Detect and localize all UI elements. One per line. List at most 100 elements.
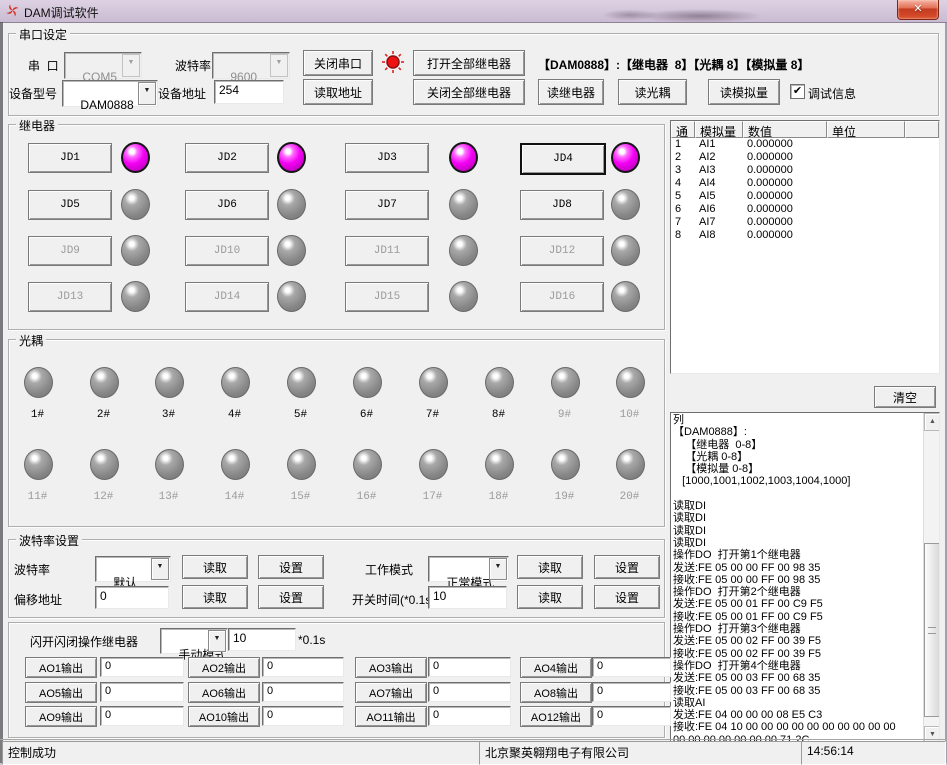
log-scrollbar[interactable]: ▲ ▼ [923, 413, 939, 744]
baud-set-combo[interactable]: 默认 ▼ [95, 556, 171, 582]
relay-button-jd2[interactable]: JD2 [185, 143, 269, 173]
app-window: DAM调试软件 ✕ 串口设定 继电器 光耦 波特率设置 串 口 COM5 ▼ 波… [0, 0, 947, 765]
table-row[interactable]: 5AI50.000000 [671, 190, 939, 203]
chevron-down-icon[interactable]: ▼ [151, 558, 169, 580]
relay-button-jd6[interactable]: JD6 [185, 190, 269, 220]
baud-combo: 9600 ▼ [212, 52, 290, 79]
work-mode-set-button[interactable]: 设置 [594, 555, 660, 579]
relay-led-jd5 [121, 189, 150, 220]
table-row[interactable]: 7AI70.000000 [671, 216, 939, 229]
opto-label-20: 20# [616, 491, 643, 503]
analog-col-header[interactable]: 单位 [827, 121, 905, 138]
ao-input-AO8[interactable]: 0 [592, 682, 671, 702]
relay-led-jd13 [121, 281, 150, 312]
table-row[interactable]: 3AI30.000000 [671, 164, 939, 177]
ao-input-AO5[interactable]: 0 [100, 682, 184, 702]
analog-col-header[interactable]: 模拟量 [695, 121, 743, 138]
relay-button-jd5[interactable]: JD5 [28, 190, 112, 220]
ao-button-AO12[interactable]: AO12输出 [520, 706, 592, 727]
relay-button-jd1[interactable]: JD1 [28, 143, 112, 173]
clear-log-button[interactable]: 清空 [874, 386, 936, 408]
ao-button-AO7[interactable]: AO7输出 [355, 682, 427, 703]
ao-button-AO5[interactable]: AO5输出 [25, 682, 97, 703]
relay-button-jd4[interactable]: JD4 [520, 143, 606, 175]
ao-input-AO11[interactable]: 0 [428, 706, 511, 726]
ao-button-AO4[interactable]: AO4输出 [520, 657, 592, 678]
close-button[interactable]: ✕ [897, 0, 939, 20]
table-row[interactable]: 1AI10.000000 [671, 138, 939, 151]
log-output[interactable]: 列 【DAM0888】: 【继电器 0-8】 【光耦 0-8】 【模拟量 0-8… [670, 412, 940, 747]
flash-mode-combo[interactable]: 手动模式 ▼ [160, 628, 228, 654]
relay-button-jd7[interactable]: JD7 [345, 190, 429, 220]
relay-led-jd7 [449, 189, 478, 220]
opto-led-19 [551, 449, 580, 480]
close-port-button[interactable]: 关闭串口 [303, 50, 373, 76]
debug-info-checkbox[interactable]: ✔ [790, 84, 805, 99]
chevron-down-icon[interactable]: ▼ [138, 82, 156, 105]
ao-button-AO10[interactable]: AO10输出 [188, 706, 260, 727]
relay-led-jd16 [611, 281, 640, 312]
relay-button-jd3[interactable]: JD3 [345, 143, 429, 173]
ao-button-AO3[interactable]: AO3输出 [355, 657, 427, 678]
opto-label-11: 11# [24, 491, 51, 503]
ao-button-AO1[interactable]: AO1输出 [25, 657, 97, 678]
offset-read-button[interactable]: 读取 [182, 585, 248, 609]
ao-button-AO6[interactable]: AO6输出 [188, 682, 260, 703]
read-relay-button[interactable]: 读继电器 [538, 79, 604, 105]
switch-time-set-button[interactable]: 设置 [594, 585, 660, 609]
model-combo[interactable]: DAM0888 ▼ [62, 80, 158, 107]
device-addr-input[interactable]: 254 [214, 80, 284, 104]
table-row[interactable]: 6AI60.000000 [671, 203, 939, 216]
open-all-relays-button[interactable]: 打开全部继电器 [413, 50, 525, 76]
scrollbar-thumb[interactable] [924, 543, 940, 717]
offset-addr-input[interactable]: 0 [95, 586, 169, 609]
title-bar[interactable]: DAM调试软件 ✕ [0, 0, 947, 23]
analog-table-header: 通模拟量数值单位 [671, 121, 939, 138]
switch-time-input[interactable]: 10 [428, 586, 507, 609]
analog-col-header[interactable]: 通 [671, 121, 695, 138]
close-all-relays-button[interactable]: 关闭全部继电器 [413, 79, 525, 105]
table-row[interactable]: 8AI80.000000 [671, 229, 939, 242]
table-row[interactable]: 4AI40.000000 [671, 177, 939, 190]
analog-table[interactable]: 通模拟量数值单位 1AI10.0000002AI20.0000003AI30.0… [670, 120, 940, 374]
opto-label-4: 4# [221, 409, 248, 421]
ao-input-AO12[interactable]: 0 [592, 706, 671, 726]
chevron-down-icon[interactable]: ▼ [208, 630, 226, 652]
baud-set-button[interactable]: 设置 [258, 555, 324, 579]
relay-button-jd8[interactable]: JD8 [520, 190, 604, 220]
ao-input-AO2[interactable]: 0 [262, 657, 344, 677]
ao-button-AO9[interactable]: AO9输出 [25, 706, 97, 727]
opto-led-15 [287, 449, 316, 480]
ao-button-AO11[interactable]: AO11输出 [355, 706, 427, 727]
status-company: 北京聚英翱翔电子有限公司 [479, 741, 802, 765]
relay-led-jd9 [121, 235, 150, 266]
opto-label-8: 8# [485, 409, 512, 421]
table-row[interactable]: 2AI20.000000 [671, 151, 939, 164]
ao-input-AO6[interactable]: 0 [262, 682, 344, 702]
ao-input-AO4[interactable]: 0 [592, 657, 671, 677]
switch-time-read-button[interactable]: 读取 [517, 585, 583, 609]
work-mode-label: 工作模式 [365, 561, 413, 578]
flash-time-input[interactable]: 10 [228, 628, 296, 651]
read-analog-button[interactable]: 读模拟量 [708, 79, 780, 105]
ao-input-AO7[interactable]: 0 [428, 682, 511, 702]
analog-col-header[interactable] [905, 121, 939, 138]
ao-button-AO2[interactable]: AO2输出 [188, 657, 260, 678]
baud-read-button[interactable]: 读取 [182, 555, 248, 579]
work-mode-read-button[interactable]: 读取 [517, 555, 583, 579]
ao-input-AO10[interactable]: 0 [262, 706, 344, 726]
work-mode-combo[interactable]: 正常模式 ▼ [428, 556, 509, 582]
ao-input-AO3[interactable]: 0 [428, 657, 511, 677]
ao-input-AO1[interactable]: 0 [100, 657, 184, 677]
analog-col-header[interactable]: 数值 [743, 121, 827, 138]
read-opto-button[interactable]: 读光耦 [618, 79, 687, 105]
chevron-down-icon[interactable]: ▼ [489, 558, 507, 580]
read-addr-button[interactable]: 读取地址 [303, 79, 373, 105]
serial-group-title: 串口设定 [16, 26, 70, 43]
offset-set-button[interactable]: 设置 [258, 585, 324, 609]
ao-button-AO8[interactable]: AO8输出 [520, 682, 592, 703]
scroll-up-icon[interactable]: ▲ [924, 413, 940, 431]
relay-button-jd11: JD11 [345, 236, 429, 266]
relay-led-jd14 [277, 281, 306, 312]
ao-input-AO9[interactable]: 0 [100, 706, 184, 726]
